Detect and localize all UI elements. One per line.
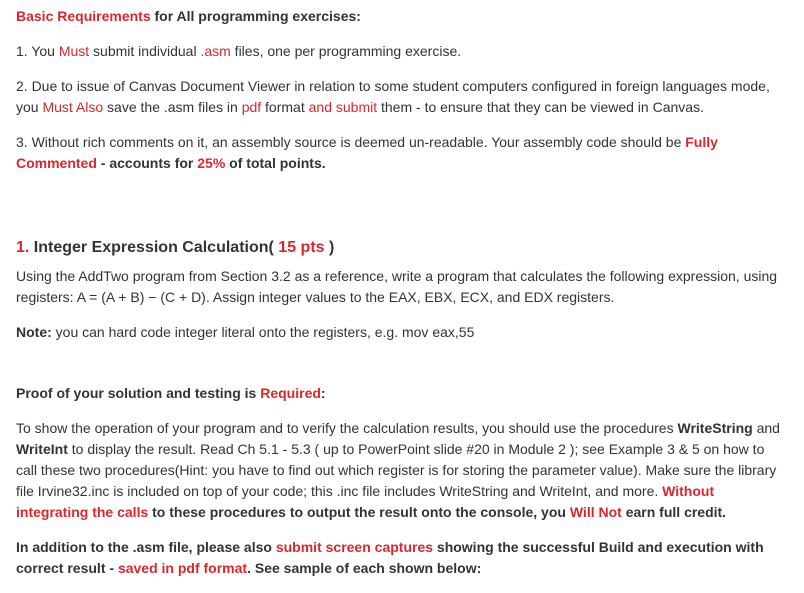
- body-p1a: To show the operation of your program an…: [16, 420, 678, 436]
- proof-heading: Proof of your solution and testing is Re…: [16, 383, 788, 404]
- ex1-num: 1.: [16, 239, 29, 256]
- req3-prefix: 3. Without rich comments on it, an assem…: [16, 134, 685, 150]
- req1-mid: submit individual: [89, 43, 200, 59]
- req3-mid: - accounts for: [97, 155, 197, 171]
- exercise-1-title: 1. Integer Expression Calculation( 15 pt…: [16, 236, 788, 260]
- req2-must-also: Must Also: [42, 99, 103, 115]
- req2-and-submit: and submit: [309, 99, 377, 115]
- exercise-description: Using the AddTwo program from Section 3.…: [16, 266, 788, 308]
- basic-requirements-heading: Basic Requirements for All programming e…: [16, 6, 788, 27]
- req2-pdf: pdf: [242, 99, 261, 115]
- body-p1d: to these procedures to output the result…: [148, 504, 570, 520]
- ex1-close: ): [325, 239, 335, 256]
- writestring-label: WriteString: [678, 420, 753, 436]
- requirement-2: 2. Due to issue of Canvas Document Viewe…: [16, 76, 788, 118]
- req2-suffix: them - to ensure that they can be viewed…: [377, 99, 704, 115]
- note-line: Note: you can hard code integer literal …: [16, 322, 788, 343]
- requirement-3: 3. Without rich comments on it, an assem…: [16, 132, 788, 174]
- will-not: Will Not: [570, 504, 622, 520]
- req2-mid2: format: [261, 99, 308, 115]
- req3-pct: 25%: [197, 155, 225, 171]
- req2-mid1: save the .asm files in: [103, 99, 242, 115]
- writeint-label: WriteInt: [16, 441, 68, 457]
- ex1-pts: 15 pts: [278, 239, 324, 256]
- footer-a: In addition to the .asm file, please als…: [16, 539, 276, 555]
- req1-asm: .asm: [200, 43, 230, 59]
- footer-instruction: In addition to the .asm file, please als…: [16, 537, 788, 579]
- requirement-1: 1. You Must submit individual .asm files…: [16, 41, 788, 62]
- body-p1b: and: [753, 420, 780, 436]
- ex1-title-text: Integer Expression Calculation(: [29, 239, 278, 256]
- req1-prefix: 1. You: [16, 43, 59, 59]
- submit-captures: submit screen captures: [276, 539, 433, 555]
- for-all-text: for All programming exercises:: [151, 8, 361, 24]
- req3-suffix: of total points.: [225, 155, 325, 171]
- proof-body: To show the operation of your program an…: [16, 418, 788, 523]
- footer-c: . See sample of each shown below:: [247, 560, 481, 576]
- basic-req-label: Basic Requirements: [16, 8, 151, 24]
- body-p1e: earn full credit.: [622, 504, 726, 520]
- req1-must: Must: [59, 43, 89, 59]
- note-label: Note:: [16, 324, 52, 340]
- saved-pdf: saved in pdf format: [118, 560, 247, 576]
- note-text: you can hard code integer literal onto t…: [52, 324, 475, 340]
- proof-required: Required: [260, 385, 321, 401]
- req1-suffix: files, one per programming exercise.: [231, 43, 461, 59]
- proof-prefix: Proof of your solution and testing is: [16, 385, 260, 401]
- proof-colon: :: [321, 385, 326, 401]
